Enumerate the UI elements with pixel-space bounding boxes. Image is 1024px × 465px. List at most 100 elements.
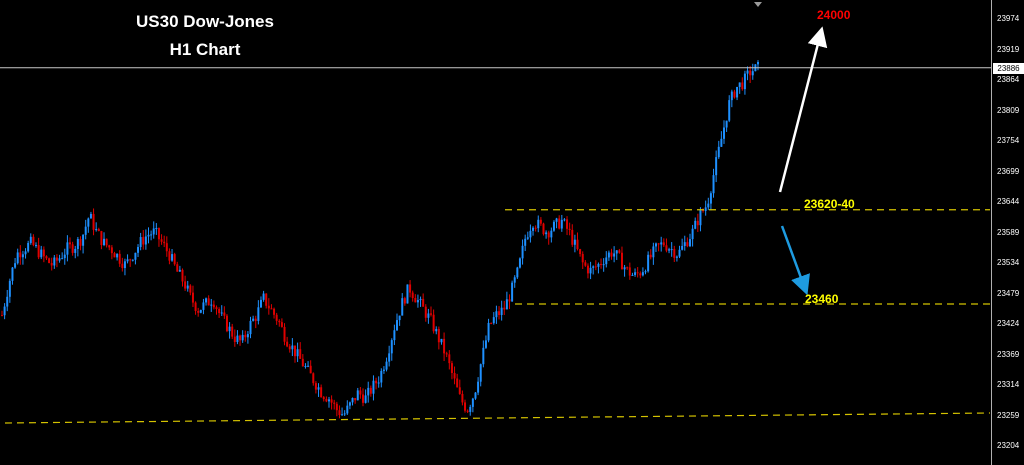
candle-body [665,245,668,251]
candle-body [757,61,759,65]
candle-body [168,251,171,261]
candle-body [239,335,242,341]
chart-area[interactable]: US30 Dow-Jones H1 Chart 24000 23620-40 2… [0,0,1024,465]
scroll-marker-icon[interactable] [754,2,762,7]
candle-body [254,318,257,321]
candle-body [471,398,474,407]
candle-body [176,264,179,272]
target-up-arrow [778,26,828,193]
candle-body [579,249,582,255]
candle-body [477,381,480,393]
candle-body [307,365,310,367]
candle-body [92,213,95,230]
candle-body [6,296,9,307]
candle-body [558,218,561,229]
candle-body [270,308,273,310]
candle-body [320,387,323,398]
candle-body [181,269,184,282]
candle-body [228,326,231,332]
candle-body [589,267,592,274]
candle-body [443,338,446,354]
candle-body [584,262,587,266]
candle-body [121,263,124,269]
candle-body [550,230,553,238]
candle-body [55,257,58,261]
candle-body [453,373,456,379]
candle-body [605,257,608,265]
candle-body [231,326,234,337]
candle-body [335,403,338,411]
candle-body [725,120,728,128]
candle-body [322,397,325,399]
candle-body [40,249,43,258]
candle-body [147,234,150,237]
candle-body [108,245,111,248]
candle-body [380,370,383,383]
candle-body [673,249,676,258]
candle-body [139,237,142,248]
candle-body [286,341,289,347]
candle-body [644,271,647,273]
candle-body [273,308,276,315]
candle-body [327,399,330,402]
candle-body [346,405,349,414]
candle-body [445,353,448,355]
price-axis-tick: 23699 [997,166,1020,176]
candle-body [733,91,736,98]
candle-body [393,330,396,341]
candle-body [225,315,228,332]
candle-body [487,322,490,341]
candle-body [571,229,574,245]
candle-body [746,70,749,74]
candle-body [369,387,372,394]
candle-body [401,298,404,316]
target-up-label: 24000 [817,8,851,22]
candle-body [21,254,24,258]
candle-body [654,243,657,247]
candle-body [547,232,550,238]
candle-body [126,259,129,262]
candle-body [505,299,508,310]
candle-body [259,299,262,308]
candle-body [333,402,336,404]
candle-body [670,249,673,251]
candle-body [27,242,30,252]
price-plot[interactable] [0,0,991,465]
candle-body [647,254,650,272]
candle-body [202,302,205,310]
candle-body [649,254,652,258]
candle-body [728,100,731,121]
price-axis-tick: 23864 [997,75,1020,84]
candle-body [490,322,493,324]
candle-body [628,267,631,276]
candle-body [71,244,74,253]
support-level-label: 23460 [805,292,839,306]
candle-body [419,298,422,301]
candle-body [699,210,702,226]
candle-body [131,259,134,261]
candle-body [440,338,443,343]
price-axis-tick: 23259 [997,410,1020,420]
candle-body [189,285,192,293]
candle-body [492,317,495,324]
candle-body [668,249,671,251]
candle-body [602,264,605,266]
candle-body [555,218,558,222]
candle-body [749,70,752,76]
candle-body [430,313,433,315]
candle-body [717,146,720,158]
candle-body [396,320,399,331]
candle-body [14,263,17,268]
candle-body [89,213,92,219]
candle-body [448,354,451,364]
price-axis-tick: 23809 [997,105,1020,115]
candle-body [267,305,270,309]
candle-body [296,349,299,357]
candle-body [479,364,482,382]
price-axis[interactable]: 23974 23919 23864 23809 23754 23699 23644 23589… [991,0,1024,465]
candle-body [375,380,378,384]
candle-body [704,207,707,211]
candle-body [191,292,194,303]
candle-body [634,272,637,275]
candle-body [521,245,524,259]
